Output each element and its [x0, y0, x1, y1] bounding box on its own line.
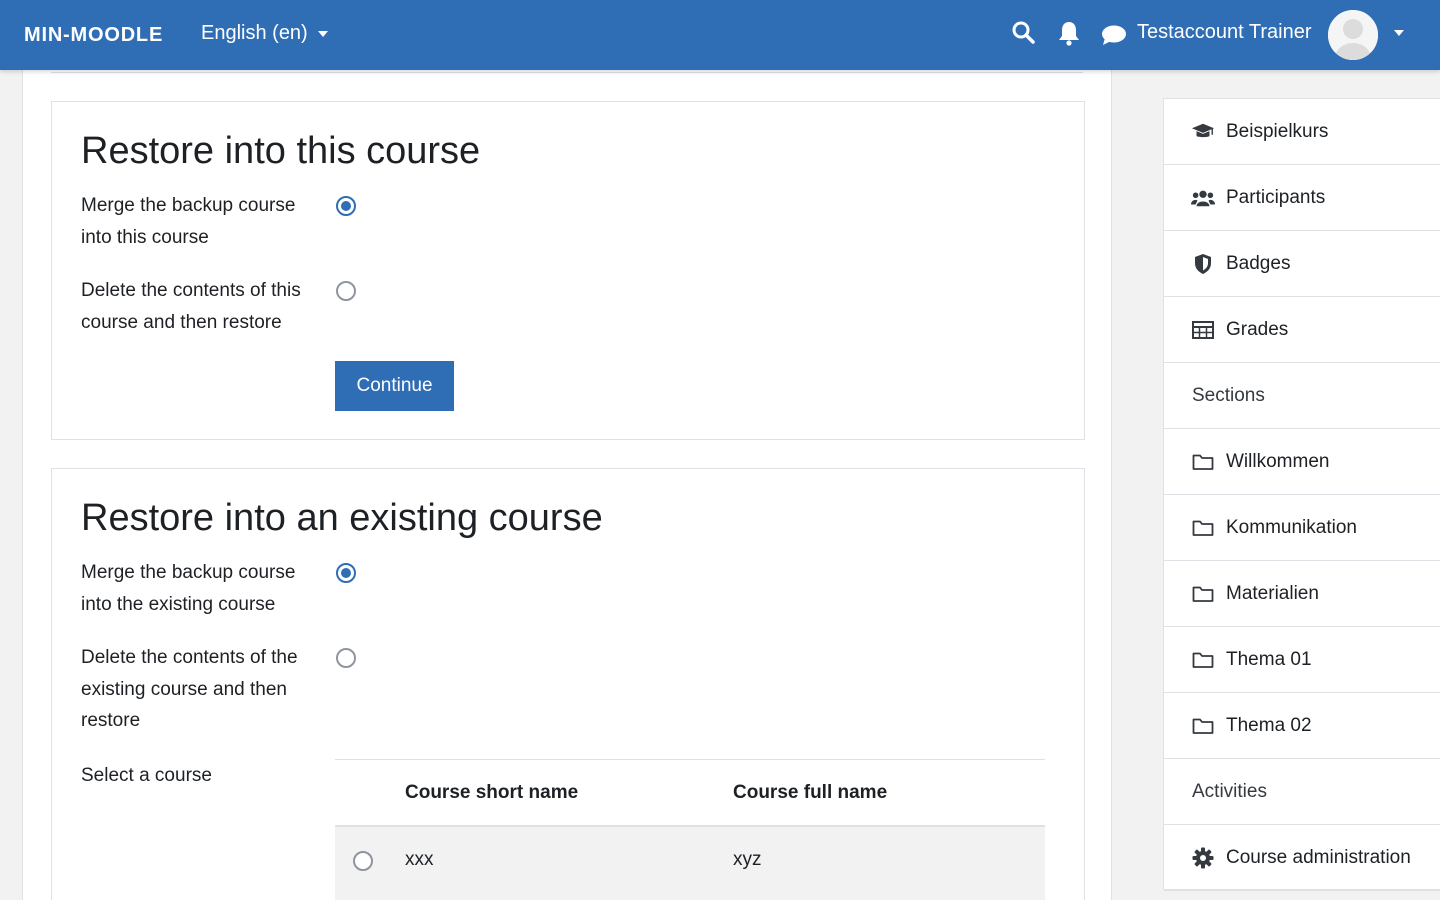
divider: [51, 72, 1083, 73]
sidebar-item-label: Participants: [1226, 186, 1326, 208]
sidebar-item-label: Willkommen: [1226, 450, 1330, 472]
caret-down-icon: [317, 30, 328, 37]
sidebar-item-thema-02[interactable]: Thema 02: [1164, 693, 1440, 759]
course-select-radio[interactable]: [353, 851, 373, 871]
restore-this-course-card: Restore into this course Merge the backu…: [51, 101, 1085, 440]
sidebar-item-label: Beispielkurs: [1226, 120, 1329, 142]
shield-icon: [1191, 252, 1215, 276]
sidebar-item-label: Course administration: [1226, 846, 1411, 868]
folder-icon: [1191, 714, 1215, 738]
folder-icon: [1191, 450, 1215, 474]
continue-button[interactable]: Continue: [335, 361, 454, 411]
language-menu[interactable]: English (en): [201, 22, 328, 45]
sidebar-item-materialien[interactable]: Materialien: [1164, 561, 1440, 627]
user-name[interactable]: Testaccount Trainer: [1137, 21, 1312, 44]
sidebar-item-label: Thema 02: [1226, 714, 1312, 736]
sidebar-item-label: Thema 01: [1226, 648, 1312, 670]
sidebar-item-activities[interactable]: Activities: [1164, 759, 1440, 825]
sidebar-item-label: Sections: [1192, 384, 1265, 406]
course-navigation-sidebar: Beispielkurs Participants Badges Grades …: [1163, 98, 1440, 891]
sidebar-item-willkommen[interactable]: Willkommen: [1164, 429, 1440, 495]
delete-radio[interactable]: [336, 281, 356, 301]
bell-icon[interactable]: [1058, 20, 1080, 46]
course-short-name: xxx: [405, 849, 434, 870]
card-title: Restore into this course: [81, 130, 481, 172]
table-icon: [1191, 318, 1215, 342]
table-header: Course short name Course full name: [335, 759, 1045, 827]
language-label: English (en): [201, 22, 308, 44]
user-menu-caret-icon[interactable]: [1394, 30, 1404, 36]
site-brand[interactable]: MIN-MOODLE: [24, 24, 163, 47]
main-content: Restore into this course Merge the backu…: [22, 70, 1112, 900]
column-header-full-name: Course full name: [733, 782, 888, 803]
graduation-cap-icon: [1191, 120, 1215, 144]
folder-icon: [1191, 582, 1215, 606]
restore-existing-course-card: Restore into an existing course Merge th…: [51, 468, 1085, 900]
column-header-short-name: Course short name: [405, 782, 579, 803]
sidebar-item-label: Grades: [1226, 318, 1289, 340]
delete-existing-radio[interactable]: [336, 648, 356, 668]
table-row[interactable]: xxx xyz: [335, 827, 1045, 900]
sidebar-item-badges[interactable]: Badges: [1164, 231, 1440, 297]
merge-option-label: Merge the backup course into this course: [81, 195, 296, 248]
merge-existing-option-label: Merge the backup course into the existin…: [81, 562, 296, 615]
users-icon: [1191, 186, 1215, 210]
sidebar-item-sections[interactable]: Sections: [1164, 363, 1440, 429]
folder-icon: [1191, 516, 1215, 540]
sidebar-item-participants[interactable]: Participants: [1164, 165, 1440, 231]
chat-icon[interactable]: [1101, 24, 1127, 46]
search-icon[interactable]: [1011, 20, 1035, 44]
sidebar-item-label: Materialien: [1226, 582, 1319, 604]
top-navbar: MIN-MOODLE English (en) Testaccount Trai…: [0, 0, 1440, 70]
folder-icon: [1191, 648, 1215, 672]
sidebar-item-kommunikation[interactable]: Kommunikation: [1164, 495, 1440, 561]
sidebar-item-thema-01[interactable]: Thema 01: [1164, 627, 1440, 693]
sidebar-item-label: Badges: [1226, 252, 1291, 274]
sidebar-item-label: Activities: [1192, 780, 1267, 802]
sidebar-item-label: Kommunikation: [1226, 516, 1357, 538]
delete-option-label: Delete the contents of this course and t…: [81, 280, 301, 333]
card-title: Restore into an existing course: [81, 497, 603, 539]
sidebar-item-beispielkurs[interactable]: Beispielkurs: [1164, 99, 1440, 165]
delete-existing-option-label: Delete the contents of the existing cour…: [81, 647, 298, 731]
sidebar-item-grades[interactable]: Grades: [1164, 297, 1440, 363]
select-course-label: Select a course: [81, 765, 212, 786]
merge-radio[interactable]: [336, 196, 356, 216]
merge-existing-radio[interactable]: [336, 563, 356, 583]
course-full-name: xyz: [733, 849, 762, 870]
sidebar-item-course-administration[interactable]: Course administration: [1164, 825, 1440, 891]
gear-icon: [1191, 846, 1215, 870]
avatar[interactable]: [1328, 10, 1378, 60]
